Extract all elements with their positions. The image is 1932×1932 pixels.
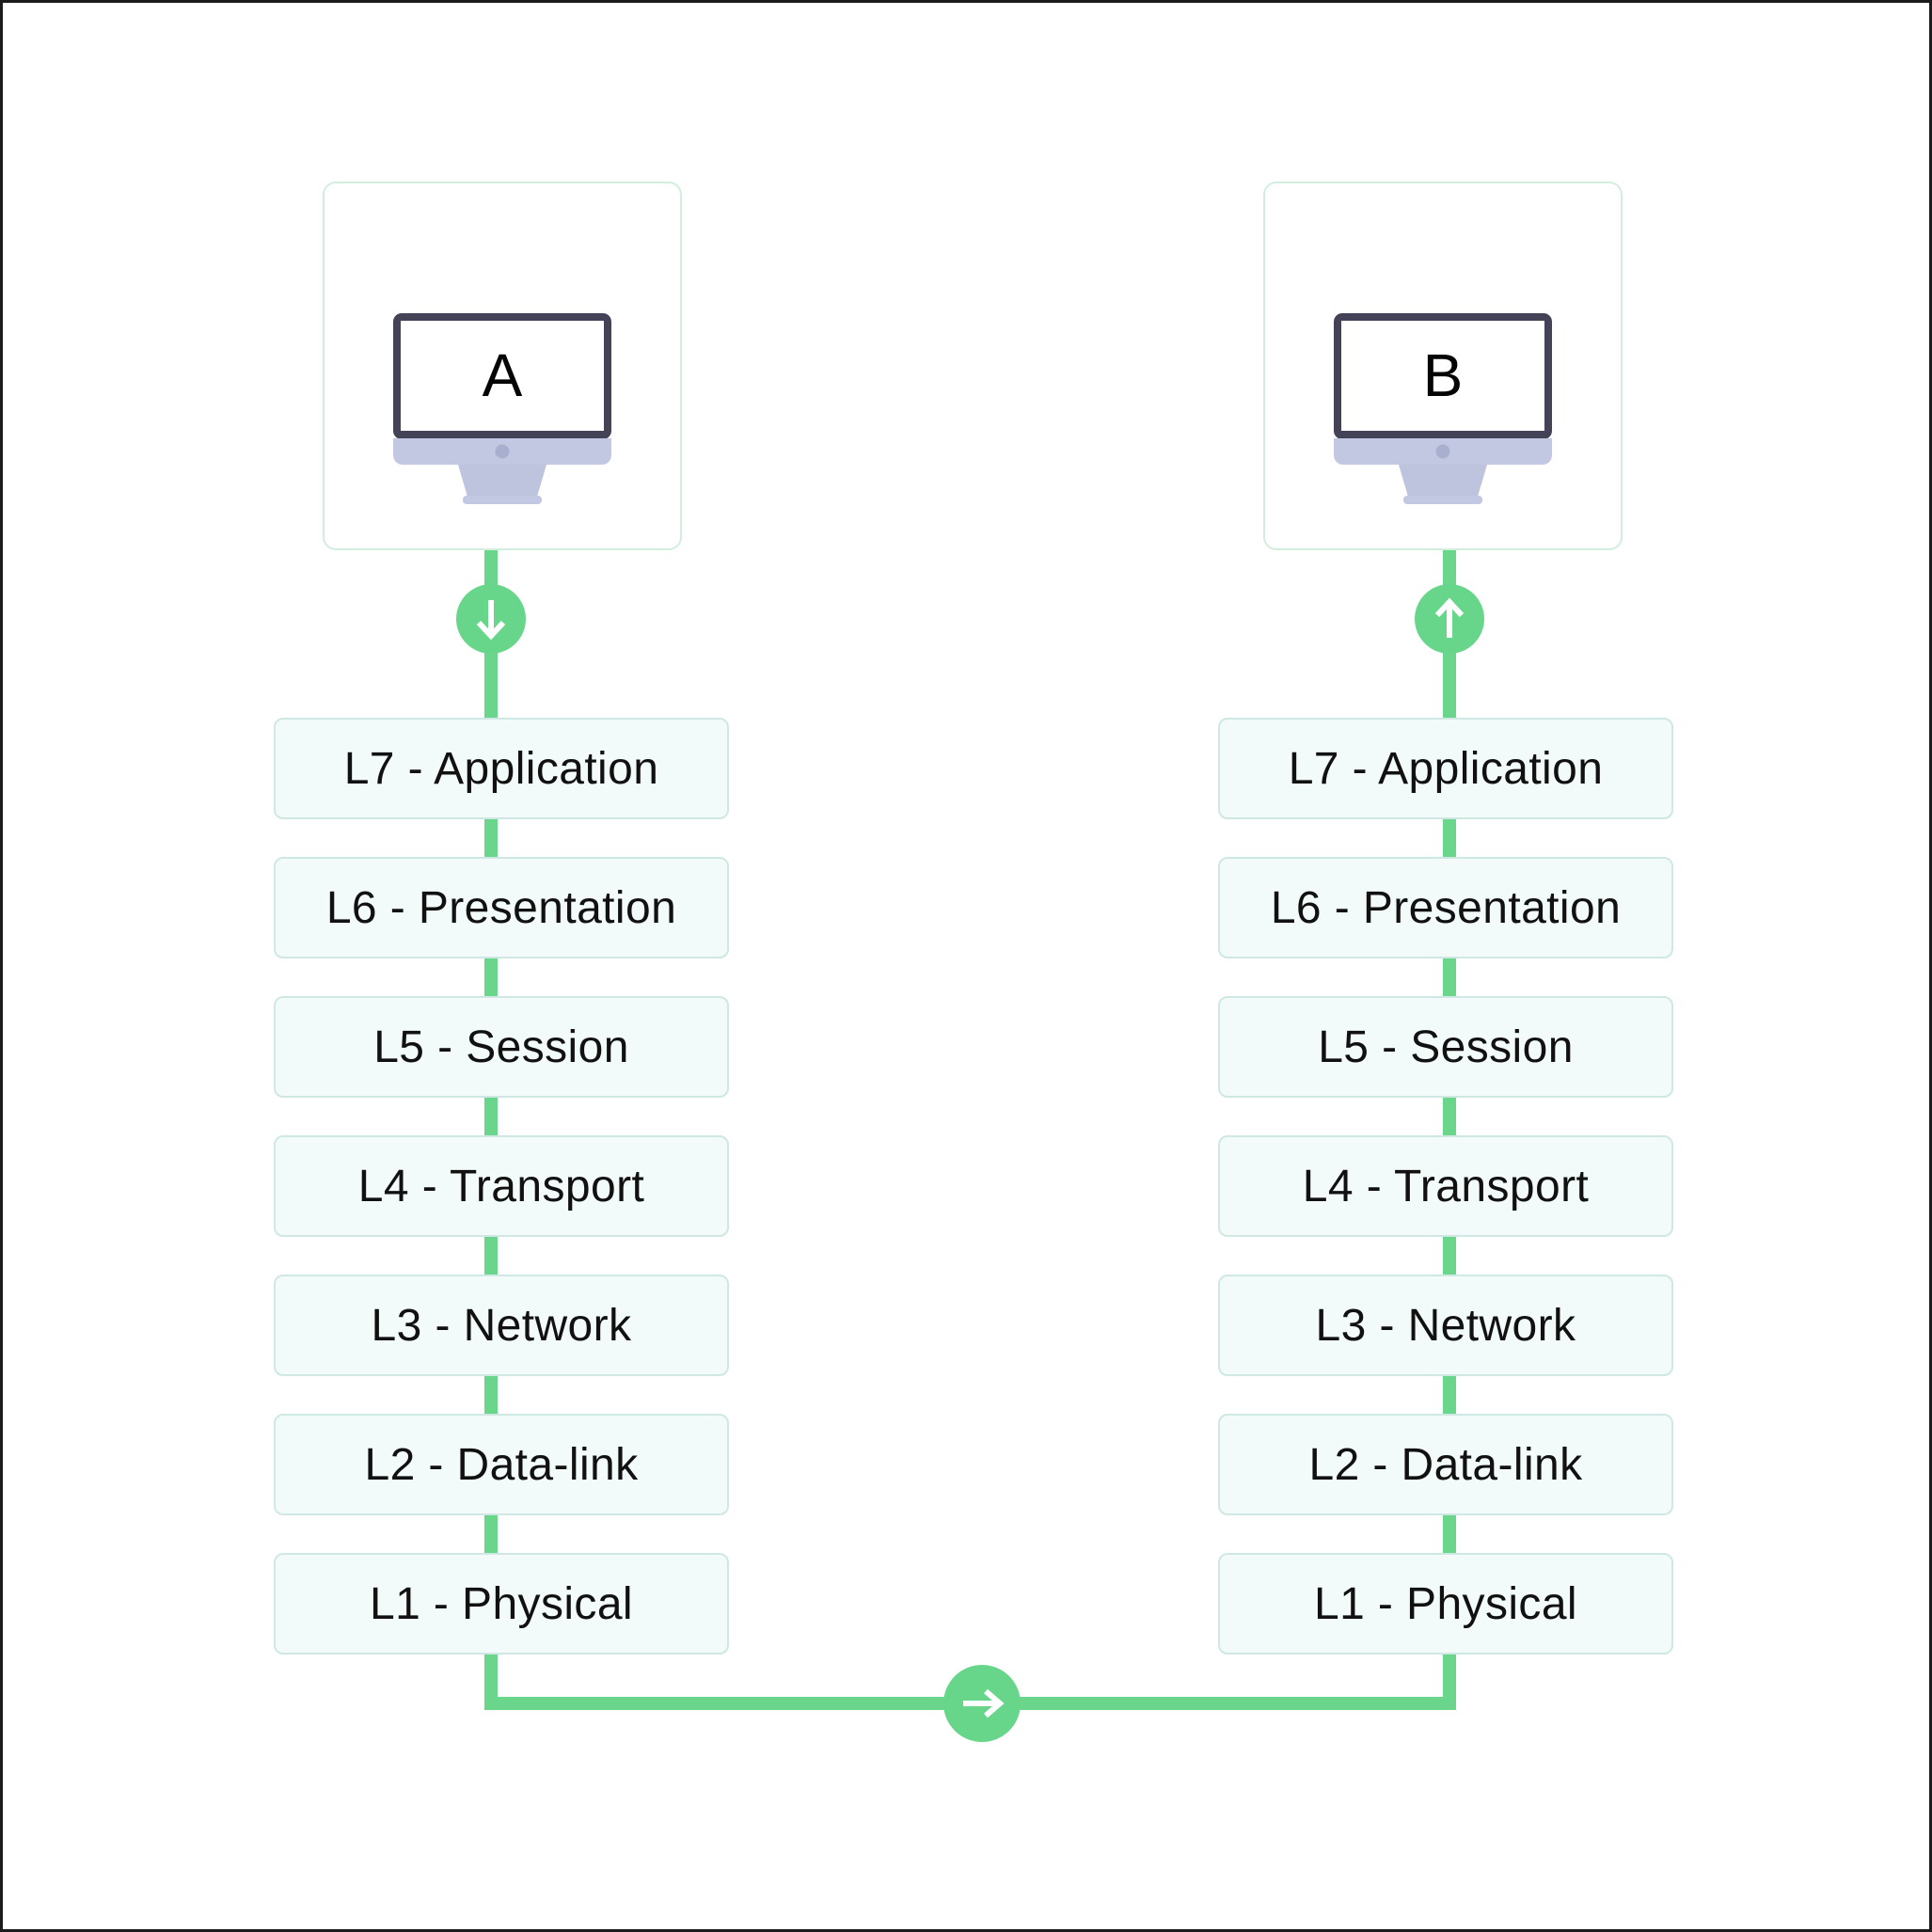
arrow-down-icon: [456, 584, 526, 654]
monitor-screen: B: [1341, 321, 1544, 431]
layer-box-b-l5[interactable]: L5 - Session: [1218, 996, 1673, 1098]
layer-box-b-l7[interactable]: L7 - Application: [1218, 718, 1673, 819]
layer-box-b-l4[interactable]: L4 - Transport: [1218, 1135, 1673, 1237]
monitor-base: [393, 438, 611, 465]
device-card-a[interactable]: A: [323, 182, 682, 550]
layer-box-a-l4[interactable]: L4 - Transport: [274, 1135, 729, 1237]
layer-label: L3 - Network: [1315, 1300, 1576, 1351]
arrow-up-icon: [1415, 584, 1484, 654]
layer-label: L2 - Data-link: [364, 1439, 639, 1490]
osi-model-diagram: A B L7 - Application L6 - Presentation L…: [0, 0, 1932, 1932]
layer-box-a-l1[interactable]: L1 - Physical: [274, 1553, 729, 1655]
layer-label: L3 - Network: [371, 1300, 632, 1351]
layer-label: L1 - Physical: [1314, 1578, 1577, 1629]
layer-label: L6 - Presentation: [1270, 882, 1622, 933]
layer-label: L6 - Presentation: [325, 882, 677, 933]
layer-label: L4 - Transport: [1302, 1161, 1590, 1211]
monitor-stand-foot: [463, 496, 542, 504]
layer-box-b-l6[interactable]: L6 - Presentation: [1218, 857, 1673, 958]
layer-label: L7 - Application: [343, 743, 659, 794]
layer-box-a-l2[interactable]: L2 - Data-link: [274, 1414, 729, 1515]
layer-label: L1 - Physical: [370, 1578, 633, 1629]
layer-label: L2 - Data-link: [1308, 1439, 1583, 1490]
desktop-monitor-icon: A: [393, 313, 611, 504]
device-label-b: B: [1422, 340, 1464, 409]
layer-box-b-l2[interactable]: L2 - Data-link: [1218, 1414, 1673, 1515]
desktop-monitor-icon: B: [1334, 313, 1552, 504]
layer-box-b-l3[interactable]: L3 - Network: [1218, 1275, 1673, 1376]
layer-label: L7 - Application: [1288, 743, 1604, 794]
layer-box-a-l7[interactable]: L7 - Application: [274, 718, 729, 819]
layer-label: L5 - Session: [373, 1021, 629, 1072]
layer-label: L5 - Session: [1318, 1021, 1574, 1072]
device-label-a: A: [482, 340, 523, 409]
layer-box-a-l3[interactable]: L3 - Network: [274, 1275, 729, 1376]
monitor-base: [1334, 438, 1552, 465]
monitor-power-dot: [495, 444, 510, 459]
layer-label: L4 - Transport: [357, 1161, 645, 1211]
layer-box-a-l5[interactable]: L5 - Session: [274, 996, 729, 1098]
arrow-right-icon: [943, 1665, 1021, 1742]
monitor-stand-foot: [1403, 496, 1482, 504]
layer-box-b-l1[interactable]: L1 - Physical: [1218, 1553, 1673, 1655]
monitor-bezel: B: [1334, 313, 1552, 439]
monitor-screen: A: [401, 321, 604, 431]
device-card-b[interactable]: B: [1263, 182, 1623, 550]
monitor-stand-neck: [1399, 465, 1487, 497]
monitor-power-dot: [1435, 444, 1450, 459]
layer-box-a-l6[interactable]: L6 - Presentation: [274, 857, 729, 958]
monitor-bezel: A: [393, 313, 611, 439]
monitor-stand-neck: [458, 465, 546, 497]
